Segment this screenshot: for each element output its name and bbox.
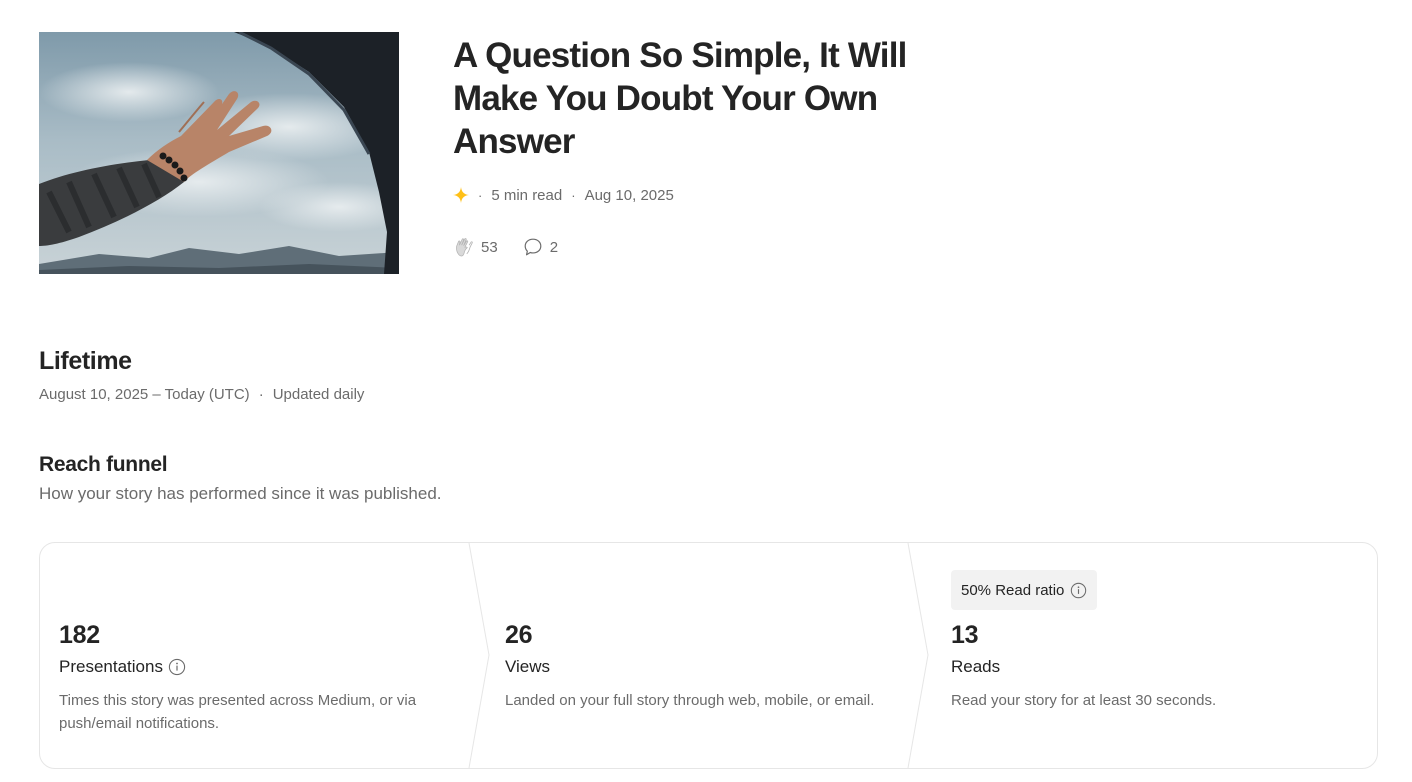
- date-range: August 10, 2025 – Today (UTC): [39, 386, 250, 403]
- story-meta: · 5 min read · Aug 10, 2025: [453, 184, 674, 206]
- views-description: Landed on your full story through web, m…: [505, 692, 875, 709]
- claps-stat: 53: [453, 236, 498, 258]
- reads-label: Reads: [951, 657, 1001, 676]
- views-value: 26: [505, 621, 533, 649]
- presentations-description: Times this story was presented across Me…: [59, 692, 417, 732]
- reach-funnel-heading: Reach funnel: [39, 453, 168, 476]
- read-ratio-badge: 50% Read ratio: [951, 570, 1098, 610]
- responses-stat: 2: [522, 236, 558, 258]
- comment-icon: [524, 238, 542, 256]
- publish-date: Aug 10, 2025: [584, 186, 674, 204]
- presentations-value: 182: [59, 621, 100, 649]
- reads-description: Read your story for at least 30 seconds.: [951, 692, 1217, 709]
- separator-dot: ·: [571, 187, 576, 203]
- reads-value: 13: [951, 621, 979, 649]
- presentations-label: Presentations: [59, 657, 186, 677]
- read-time: 5 min read: [491, 186, 563, 204]
- story-stats: 53 2: [453, 234, 582, 260]
- separator-dot: ·: [478, 187, 483, 203]
- info-icon[interactable]: [168, 658, 186, 676]
- hand-out-of-car-window-photo: [39, 32, 399, 274]
- story-thumbnail[interactable]: [39, 32, 399, 274]
- reach-funnel-subtitle: How your story has performed since it wa…: [39, 484, 442, 503]
- update-note: Updated daily: [272, 386, 365, 403]
- date-range-line: August 10, 2025 – Today (UTC) · Updated …: [39, 386, 364, 403]
- clap-icon: [456, 238, 473, 257]
- member-star-icon: [453, 187, 469, 203]
- lifetime-heading: Lifetime: [39, 347, 132, 375]
- read-ratio-text: 50% Read ratio: [961, 581, 1065, 599]
- presentations-label-text: Presentations: [59, 657, 163, 676]
- reach-funnel-card: 50% Read ratio 182 Presentations Times t…: [39, 542, 1378, 769]
- info-icon[interactable]: [1070, 582, 1087, 599]
- responses-count: 2: [549, 238, 559, 256]
- story-title[interactable]: A Question So Simple, It Will Make You D…: [453, 34, 923, 163]
- separator-dot: ·: [258, 386, 264, 403]
- claps-count: 53: [481, 238, 498, 256]
- views-label: Views: [505, 657, 551, 676]
